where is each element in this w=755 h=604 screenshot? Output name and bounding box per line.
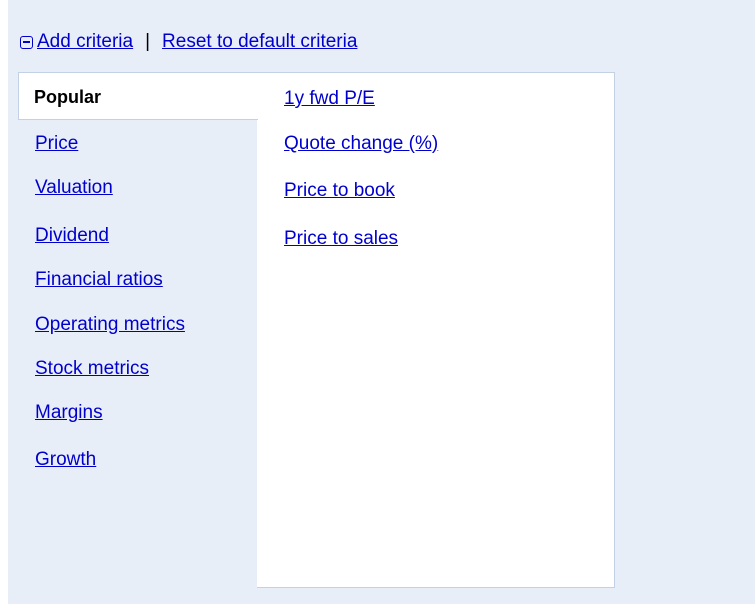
collapse-icon[interactable] bbox=[20, 35, 33, 49]
reset-criteria-link[interactable]: Reset to default criteria bbox=[162, 31, 357, 53]
category-growth[interactable]: Growth bbox=[35, 449, 96, 471]
category-price[interactable]: Price bbox=[35, 133, 78, 155]
category-dividend[interactable]: Dividend bbox=[35, 225, 109, 247]
category-tab-popular-label: Popular bbox=[34, 87, 102, 107]
category-operating-metrics[interactable]: Operating metrics bbox=[35, 314, 185, 336]
category-valuation[interactable]: Valuation bbox=[35, 177, 113, 199]
criterion-1y-fwd-pe[interactable]: 1y fwd P/E bbox=[284, 88, 375, 110]
category-stock-metrics[interactable]: Stock metrics bbox=[35, 358, 149, 380]
criterion-price-to-book[interactable]: Price to book bbox=[284, 180, 395, 202]
criterion-price-to-sales[interactable]: Price to sales bbox=[284, 228, 398, 250]
category-financial-ratios[interactable]: Financial ratios bbox=[35, 269, 163, 291]
category-margins[interactable]: Margins bbox=[35, 402, 103, 424]
criteria-toolbar: Add criteria | Reset to default criteria bbox=[20, 31, 357, 53]
toolbar-separator: | bbox=[145, 31, 151, 52]
category-tab-popular[interactable]: Popular bbox=[18, 72, 258, 120]
add-criteria-link[interactable]: Add criteria bbox=[37, 31, 133, 53]
criterion-quote-change[interactable]: Quote change (%) bbox=[284, 133, 438, 155]
